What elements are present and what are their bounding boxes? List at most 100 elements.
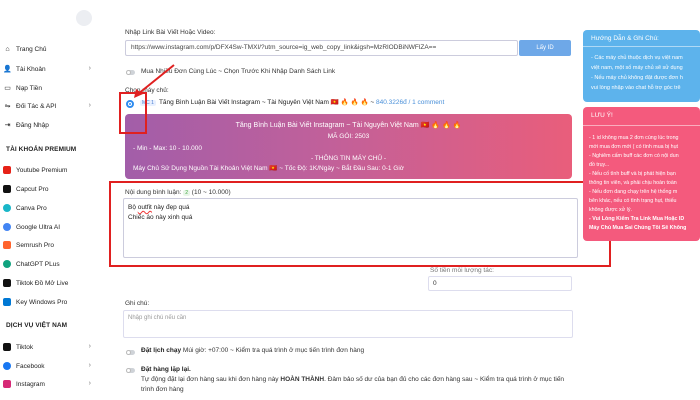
get-id-button[interactable]: Lấy ID [519, 40, 571, 56]
schedule-row: Đặt lịch chạy Múi giờ: +07:00 ~ Kiểm tra… [141, 347, 364, 354]
sidebar-item-label: Tiktok [16, 343, 34, 351]
sidebar-item-youtube-premium[interactable]: Youtube Premium [0, 162, 100, 178]
repeat-label: Đặt hàng lặp lại. [141, 366, 191, 373]
sidebar-item-capcut-pro[interactable]: Capcut Pro [0, 181, 100, 197]
sidebar-item-topup[interactable]: ▭ Nạp Tiền [0, 80, 100, 96]
warning-title: LƯU Ý! [591, 112, 613, 119]
sidebar-item-label: Đăng Nhập [16, 121, 49, 129]
sidebar-item-partner-api[interactable]: ⇋ Đối Tác & API › [0, 98, 100, 114]
warning-line: - Nếu đơn đang chạy trên hệ thống m [589, 189, 678, 195]
warning-line: - Nếu cố tình buff và bị phát hiện bạn [589, 171, 676, 177]
chatgpt-icon [3, 260, 11, 268]
sidebar-item-label: Canva Pro [16, 204, 47, 212]
sidebar-item-label: Google Ultra AI [16, 223, 61, 231]
info-package: MÃ GÓI: 2503 [327, 133, 370, 140]
warning-line: - Nghiêm cấm buff các đơn có nội dun [589, 153, 679, 159]
youtube-icon [3, 166, 11, 174]
server-info-box: Tăng Bình Luận Bài Viết Instagram ~ Tài … [125, 114, 572, 179]
schedule-label: Đặt lịch chạy [141, 347, 182, 354]
capcut-icon [3, 185, 11, 193]
canva-icon [3, 204, 11, 212]
sidebar-item-label: Semrush Pro [16, 241, 54, 249]
warning-line: Máy Chủ Mua Sai Chúng Tôi Sẽ Không [589, 225, 687, 231]
guide-card: Hướng Dẫn & Ghi Chú: - Các máy chủ thuộc… [583, 30, 700, 102]
semrush-icon [3, 241, 11, 249]
handshake-icon: ⇋ [4, 103, 11, 110]
annotation-frame-comment [109, 181, 611, 267]
chevron-right-icon: › [88, 362, 91, 369]
sidebar-item-instagram[interactable]: Instagram › [0, 376, 100, 392]
sidebar-item-chatgpt-plus[interactable]: ChatGPT PLus [0, 256, 100, 272]
repeat-description-cont: trình đơn hàng [141, 386, 184, 393]
sidebar-item-facebook[interactable]: Facebook › [0, 358, 100, 374]
chevron-right-icon: › [88, 343, 91, 350]
guide-line: - Các máy chủ thuộc dịch vụ việt nam [591, 55, 683, 61]
info-server-heading: - THÔNG TIN MÁY CHỦ - [310, 155, 387, 162]
sidebar-item-login[interactable]: ⇥ Đăng Nhập [0, 117, 100, 133]
note-label: Ghi chú: [125, 300, 150, 307]
facebook-icon [3, 362, 11, 370]
sidebar-item-canva-pro[interactable]: Canva Pro [0, 200, 100, 216]
info-detail: Máy Chủ Sử Dụng Nguồn Tài Khoản Việt Nam… [133, 165, 405, 172]
note-input[interactable]: Nhập ghi chú nếu cần [123, 310, 573, 338]
section-heading-vietnam-services: DỊCH VỤ VIỆT NAM [6, 322, 68, 329]
info-title: Tăng Bình Luận Bài Viết Instagram ~ Tài … [235, 122, 462, 129]
sidebar-item-home[interactable]: ⌂ Trang Chủ [0, 41, 100, 57]
sidebar-item-label: Facebook [16, 362, 45, 370]
sidebar: ⌂ Trang Chủ 👤 Tài Khoản › ▭ Nạp Tiền ⇋ Đ… [0, 0, 100, 400]
section-heading-premium: TÀI KHOẢN PREMIUM [6, 146, 77, 153]
repeat-toggle[interactable] [126, 368, 135, 373]
sidebar-item-label: Nạp Tiền [16, 84, 43, 92]
user-icon: 👤 [3, 66, 12, 73]
qty-input[interactable]: 0 [428, 276, 572, 291]
warning-line: mới mua đơn mới ( có tình mua bị hụt [589, 144, 679, 150]
link-input[interactable]: https://www.instagram.com/p/DFX4Sw-TMXI/… [125, 40, 518, 56]
schedule-text: Múi giờ: +07:00 ~ Kiểm tra quá trình ở m… [182, 347, 365, 354]
sidebar-item-account[interactable]: 👤 Tài Khoản › [0, 61, 100, 77]
warning-card: LƯU Ý! - 1 id không mua 2 đơn cùng lúc t… [583, 107, 700, 241]
guide-line: - Nếu máy chủ không đặt được đơn h [591, 75, 683, 81]
repeat-description: Tự động đặt lại đơn hàng sau khi đơn hàn… [141, 376, 564, 383]
server-price: 840.3226đ / 1 comment [375, 99, 445, 106]
google-ai-icon [3, 223, 11, 231]
warning-line: không được xử lý. [589, 207, 632, 213]
wallet-icon: ▭ [4, 85, 11, 92]
sidebar-item-label: Key Windows Pro [16, 298, 68, 306]
sidebar-item-label: Youtube Premium [16, 166, 68, 174]
sidebar-header [0, 0, 100, 38]
sidebar-item-label: Capcut Pro [16, 185, 49, 193]
sidebar-item-label: ChatGPT PLus [16, 260, 60, 268]
repeat-text: . Đảm bảo số dư của bạn đủ cho các đơn h… [324, 376, 565, 383]
warning-line: - Vui Lòng Kiểm Tra Link Mua Hoặc ID [589, 216, 685, 222]
settings-icon[interactable] [76, 10, 92, 26]
sidebar-item-tiktok-live[interactable]: Tiktok Đồ Mở Live [0, 275, 100, 291]
sidebar-item-label: Tài Khoản [16, 65, 46, 73]
warning-line: thông tin viên, và phải chịu hoàn toàn [589, 180, 677, 186]
warning-line: bên khác, nếu có tình trạng hụt, thiếu [589, 198, 677, 204]
repeat-text-strong: HOÀN THÀNH [280, 376, 325, 383]
guide-line: vui lòng nhập vào chat hỗ trợ góc trê [591, 85, 681, 91]
annotation-arrow-icon [134, 64, 175, 98]
guide-line: việt nam, một số máy chủ sẽ sử dụng [591, 65, 683, 71]
home-icon: ⌂ [5, 45, 10, 53]
server-name: Tăng Bình Luận Bài Viết Instagram ~ Tài … [158, 99, 375, 106]
sidebar-item-key-windows-pro[interactable]: Key Windows Pro [0, 294, 100, 310]
warning-line: đồ trụy... [589, 162, 610, 168]
info-minmax: - Min - Max: 10 - 10.000 [133, 145, 202, 152]
windows-icon [3, 298, 11, 306]
server-option[interactable]: MC 1 Tăng Bình Luận Bài Viết Instagram ~ … [140, 98, 444, 106]
guide-title: Hướng Dẫn & Ghi Chú: [591, 35, 659, 42]
link-label: Nhập Link Bài Viết Hoặc Video: [125, 29, 216, 36]
chevron-right-icon: › [88, 65, 91, 72]
sidebar-item-google-ultra-ai[interactable]: Google Ultra AI [0, 219, 100, 235]
sidebar-item-label: Tiktok Đồ Mở Live [16, 279, 69, 287]
schedule-toggle[interactable] [126, 350, 135, 355]
tiktok-icon [3, 279, 11, 287]
login-icon: ⇥ [4, 122, 11, 129]
sidebar-item-label: Đối Tác & API [16, 102, 57, 110]
tiktok-icon [3, 343, 11, 351]
sidebar-item-semrush-pro[interactable]: Semrush Pro [0, 237, 100, 253]
qty-label: Số tiền mỗi lượng tác: [430, 267, 494, 274]
sidebar-item-tiktok[interactable]: Tiktok › [0, 339, 100, 355]
sidebar-item-label: Trang Chủ [16, 45, 47, 53]
